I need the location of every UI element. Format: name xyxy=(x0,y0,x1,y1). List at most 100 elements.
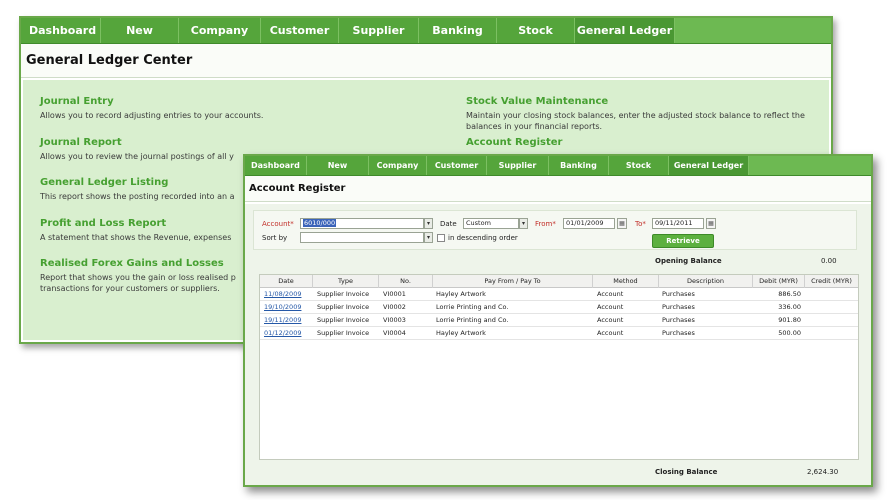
number-cell: VI0001 xyxy=(383,290,406,298)
col-payee-header[interactable]: Pay From / Pay To xyxy=(433,275,593,288)
retrieve-button[interactable]: Retrieve xyxy=(652,234,714,248)
sort-by-dropdown-icon[interactable]: ▾ xyxy=(424,232,433,243)
debit-cell: 336.00 xyxy=(778,303,801,311)
credit-cell xyxy=(805,288,855,301)
nav-dashboard[interactable]: Dashboard xyxy=(245,156,307,175)
stock-value-section: Stock Value Maintenance Maintain your cl… xyxy=(466,96,811,132)
number-cell: VI0002 xyxy=(383,303,406,311)
description-cell: Purchases xyxy=(662,303,695,311)
nav-supplier[interactable]: Supplier xyxy=(487,156,549,175)
date-link[interactable]: 19/11/2009 xyxy=(264,314,312,327)
payee-cell: Hayley Artwork xyxy=(436,329,486,337)
nav-stock[interactable]: Stock xyxy=(609,156,669,175)
type-cell: Supplier Invoice xyxy=(317,303,370,311)
descending-label: in descending order xyxy=(448,234,518,242)
table-row[interactable]: 19/11/2009 Supplier Invoice VI0003 Lorri… xyxy=(260,314,858,327)
to-calendar-icon[interactable]: ▦ xyxy=(706,218,716,229)
closing-balance-label: Closing Balance xyxy=(655,468,718,476)
col-method-header[interactable]: Method xyxy=(593,275,659,288)
top-nav-bar: Dashboard New Company Customer Supplier … xyxy=(245,156,871,176)
type-cell: Supplier Invoice xyxy=(317,290,370,298)
date-link[interactable]: 11/08/2009 xyxy=(264,288,312,301)
journal-entry-link[interactable]: Journal Entry xyxy=(40,96,420,107)
col-type-header[interactable]: Type xyxy=(313,275,379,288)
method-cell: Account xyxy=(597,329,624,337)
col-date-header[interactable]: Date xyxy=(260,275,313,288)
from-date-input[interactable]: 01/01/2009 xyxy=(563,218,615,229)
type-cell: Supplier Invoice xyxy=(317,316,370,324)
sort-by-select[interactable] xyxy=(300,232,424,243)
table-row[interactable]: 01/12/2009 Supplier Invoice VI0004 Hayle… xyxy=(260,327,858,340)
account-register-link[interactable]: Account Register xyxy=(466,137,811,148)
date-label: Date xyxy=(440,220,457,228)
page-title: Account Register xyxy=(245,176,871,202)
description-cell: Purchases xyxy=(662,290,695,298)
account-register-section: Account Register xyxy=(466,137,811,148)
number-cell: VI0003 xyxy=(383,316,406,324)
sort-by-label: Sort by xyxy=(262,234,288,242)
opening-balance-value: 0.00 xyxy=(821,257,837,265)
transactions-table: Date Type No. Pay From / Pay To Method D… xyxy=(259,274,859,460)
to-label: To* xyxy=(635,220,646,228)
journal-entry-desc: Allows you to record adjusting entries t… xyxy=(40,111,264,120)
nav-filler xyxy=(675,18,831,43)
col-description-header[interactable]: Description xyxy=(659,275,753,288)
top-nav-bar: Dashboard New Company Customer Supplier … xyxy=(21,18,831,44)
nav-new[interactable]: New xyxy=(307,156,369,175)
date-select[interactable]: Custom xyxy=(463,218,519,229)
date-link[interactable]: 01/12/2009 xyxy=(264,327,312,340)
forex-gains-losses-link[interactable]: Realised Forex Gains and Losses xyxy=(40,258,245,269)
payee-cell: Hayley Artwork xyxy=(436,290,486,298)
nav-supplier[interactable]: Supplier xyxy=(339,18,419,43)
table-row[interactable]: 19/10/2009 Supplier Invoice VI0002 Lorri… xyxy=(260,301,858,314)
forex-gains-section: Realised Forex Gains and Losses Report t… xyxy=(40,258,245,294)
nav-general-ledger[interactable]: General Ledger xyxy=(669,156,749,175)
account-input[interactable]: 6010/000 xyxy=(300,218,424,229)
journal-entry-section: Journal Entry Allows you to record adjus… xyxy=(40,96,420,121)
descending-checkbox[interactable] xyxy=(437,234,445,242)
date-dropdown-icon[interactable]: ▾ xyxy=(519,218,528,229)
table-header: Date Type No. Pay From / Pay To Method D… xyxy=(260,275,858,288)
credit-cell xyxy=(805,327,855,340)
method-cell: Account xyxy=(597,290,624,298)
debit-cell: 500.00 xyxy=(778,329,801,337)
description-cell: Purchases xyxy=(662,316,695,324)
number-cell: VI0004 xyxy=(383,329,406,337)
col-no-header[interactable]: No. xyxy=(379,275,433,288)
nav-stock[interactable]: Stock xyxy=(497,18,575,43)
date-link[interactable]: 19/10/2009 xyxy=(264,301,312,314)
debit-cell: 886.50 xyxy=(778,290,801,298)
nav-dashboard[interactable]: Dashboard xyxy=(21,18,101,43)
to-date-input[interactable]: 09/11/2011 xyxy=(652,218,704,229)
closing-balance-value: 2,624.30 xyxy=(807,468,839,476)
col-debit-header[interactable]: Debit (MYR) xyxy=(753,275,805,288)
from-calendar-icon[interactable]: ▦ xyxy=(617,218,627,229)
description-cell: Purchases xyxy=(662,329,695,337)
nav-banking[interactable]: Banking xyxy=(549,156,609,175)
nav-filler xyxy=(749,156,871,175)
payee-cell: Lorrie Printing and Co. xyxy=(436,316,509,324)
method-cell: Account xyxy=(597,316,624,324)
opening-balance-label: Opening Balance xyxy=(655,257,722,265)
credit-cell xyxy=(805,314,855,327)
nav-company[interactable]: Company xyxy=(369,156,427,175)
account-label: Account* xyxy=(262,220,294,228)
nav-customer[interactable]: Customer xyxy=(427,156,487,175)
credit-cell xyxy=(805,301,855,314)
from-label: From* xyxy=(535,220,556,228)
col-credit-header[interactable]: Credit (MYR) xyxy=(805,275,858,288)
nav-general-ledger[interactable]: General Ledger xyxy=(575,18,675,43)
nav-company[interactable]: Company xyxy=(179,18,261,43)
payee-cell: Lorrie Printing and Co. xyxy=(436,303,509,311)
nav-customer[interactable]: Customer xyxy=(261,18,339,43)
table-row[interactable]: 11/08/2009 Supplier Invoice VI0001 Hayle… xyxy=(260,288,858,301)
debit-cell: 901.80 xyxy=(778,316,801,324)
account-value: 6010/000 xyxy=(303,219,337,227)
account-register-window: Dashboard New Company Customer Supplier … xyxy=(243,154,873,487)
nav-banking[interactable]: Banking xyxy=(419,18,497,43)
journal-report-link[interactable]: Journal Report xyxy=(40,137,420,148)
forex-gains-losses-desc: Report that shows you the gain or loss r… xyxy=(40,273,236,293)
stock-value-maintenance-link[interactable]: Stock Value Maintenance xyxy=(466,96,811,107)
account-dropdown-icon[interactable]: ▾ xyxy=(424,218,433,229)
nav-new[interactable]: New xyxy=(101,18,179,43)
